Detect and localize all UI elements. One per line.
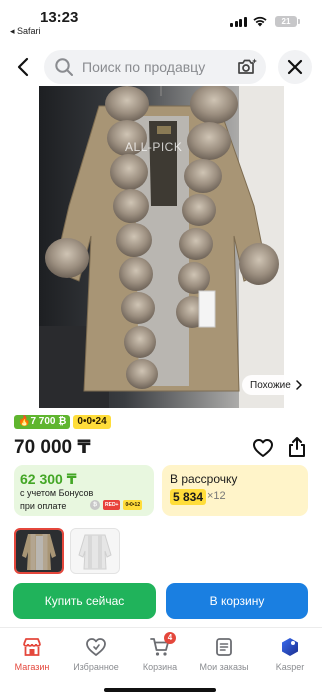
tab-orders-label: Мои заказы [199, 662, 249, 672]
wifi-icon [253, 16, 267, 27]
bonus-note-line1: с учетом Бонусов [20, 488, 94, 498]
shop-icon [23, 638, 41, 656]
tab-shop[interactable]: Магазин [0, 636, 64, 672]
installment-badge: 0•0•24 [73, 415, 111, 429]
share-icon[interactable] [287, 436, 307, 458]
bonus-price-box[interactable]: 62 300 ₸ с учетом Бонусов при оплате ₿ R… [14, 465, 154, 516]
fur-parka-image [39, 86, 284, 408]
home-indicator [104, 688, 216, 692]
installment-title: В рассрочку [170, 472, 238, 486]
thumbnail-2[interactable] [70, 528, 120, 574]
product-price: 70 000 ₸ [14, 437, 91, 458]
red-plus-icon: RED+ [103, 500, 121, 510]
tab-cart-label: Корзина [142, 662, 178, 672]
seller-search-bar[interactable]: Поиск по продавцу [44, 50, 266, 84]
back-to-safari-link[interactable]: ◂ Safari [10, 26, 41, 37]
status-time: 13:23 [40, 9, 79, 26]
close-icon [287, 59, 303, 75]
bonus-price: 62 300 ₸ [20, 471, 77, 487]
thumbnail-2-image [71, 529, 119, 573]
thumbnail-1-image [16, 530, 62, 572]
favorite-heart-icon[interactable] [252, 438, 274, 458]
close-button[interactable] [278, 50, 312, 84]
photo-watermark: ALL-PICK [125, 140, 183, 154]
buy-now-button[interactable]: Купить сейчас [13, 583, 156, 619]
back-button[interactable] [12, 54, 36, 80]
similar-products-label: Похожие [250, 379, 291, 391]
camera-search-icon[interactable] [236, 57, 258, 77]
installment-monthly: 5 834 [170, 489, 207, 505]
installment-multiplier: ×12 [207, 490, 226, 502]
chevron-right-icon [296, 380, 302, 390]
installment-box[interactable]: В рассрочку 5 834 ×12 [162, 465, 308, 516]
thumbnail-1[interactable] [14, 528, 64, 574]
cellular-signal-icon [230, 17, 247, 27]
battery-icon: 21 [275, 16, 300, 27]
tab-favorites[interactable]: Избранное [64, 636, 128, 672]
chevron-left-icon [17, 57, 29, 77]
product-photo[interactable]: ALL-PICK [39, 86, 284, 408]
cart-count-badge: 4 [164, 632, 176, 644]
installment-0012-icon: 0•0•12 [123, 500, 143, 510]
similar-products-button[interactable]: Похожие [242, 375, 311, 395]
tab-shop-label: Магазин [14, 662, 50, 672]
bonus-badge: 🔥7 700 ₿ [14, 415, 71, 429]
bonus-note-line2: при оплате [20, 501, 67, 511]
heart-icon [86, 638, 106, 656]
search-icon [55, 58, 73, 76]
promo-badges: 🔥7 700 ₿ 0•0•24 [14, 415, 111, 429]
tab-orders[interactable]: Мои заказы [192, 636, 256, 672]
status-bar: 13:23 ◂ Safari 21 [0, 0, 322, 40]
bonus-coin-icon: ₿ [90, 500, 100, 510]
kasper-icon [282, 638, 298, 656]
payment-icons: ₿ RED+ 0•0•12 [90, 500, 143, 510]
orders-icon [216, 638, 232, 656]
tab-kasper[interactable]: Kasper [258, 636, 322, 672]
search-input[interactable]: Поиск по продавцу [82, 59, 205, 75]
tab-favorites-label: Избранное [73, 662, 119, 672]
add-to-cart-button[interactable]: В корзину [166, 583, 308, 619]
tab-kasper-label: Kasper [275, 662, 305, 672]
tab-cart[interactable]: 4 Корзина [128, 632, 192, 672]
top-bar: Поиск по продавцу [0, 44, 322, 90]
